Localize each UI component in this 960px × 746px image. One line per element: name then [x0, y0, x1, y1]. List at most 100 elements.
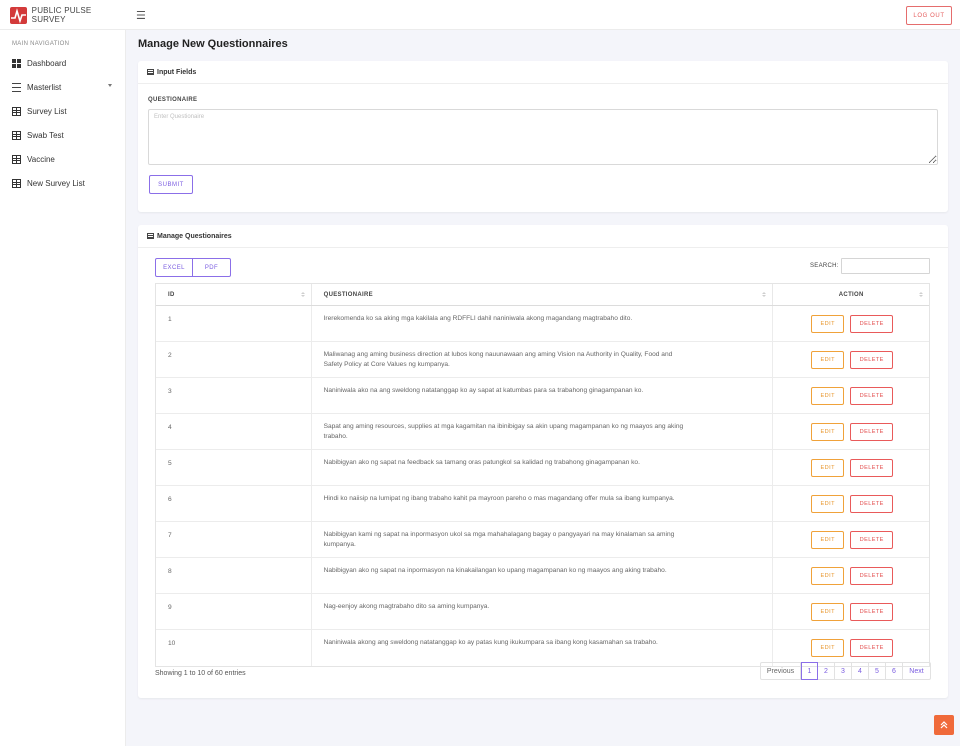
cell-questionaire: Maliwanag ang aming business direction a…: [312, 342, 774, 377]
edit-button[interactable]: EDIT: [811, 314, 845, 333]
sidebar-item-label: Masterlist: [27, 82, 62, 92]
export-buttons: EXCEL PDF: [155, 258, 231, 277]
pdf-button[interactable]: PDF: [193, 259, 230, 276]
delete-button[interactable]: DELETE: [850, 314, 894, 333]
card-header: Manage Questionaires: [138, 225, 948, 248]
card-header: Input Fields: [138, 61, 948, 84]
column-header-questionaire[interactable]: QUESTIONAIRE: [312, 284, 774, 305]
delete-button[interactable]: DELETE: [850, 566, 894, 585]
delete-button[interactable]: DELETE: [850, 350, 894, 369]
sort-icon: [919, 292, 923, 298]
menu-toggle-icon[interactable]: ☰: [136, 9, 146, 22]
cell-action: EDIT DELETE: [773, 342, 929, 377]
column-header-action[interactable]: ACTION: [773, 284, 929, 305]
cell-questionaire: Irerekomenda ko sa aking mga kakilala an…: [312, 306, 774, 341]
cell-action: EDIT DELETE: [773, 594, 929, 629]
sidebar-item-swab-test[interactable]: Swab Test: [0, 124, 126, 146]
cell-id: 10: [156, 630, 312, 666]
sidebar: MAIN NAVIGATION Dashboard Masterlist Sur…: [0, 30, 126, 746]
table-row: 6 Hindi ko naiisip na lumipat ng ibang tr…: [156, 486, 929, 522]
delete-button[interactable]: DELETE: [850, 494, 894, 513]
edit-button[interactable]: EDIT: [811, 494, 845, 513]
delete-button[interactable]: DELETE: [850, 458, 894, 477]
delete-button[interactable]: DELETE: [850, 639, 894, 657]
table-row: 1 Irerekomenda ko sa aking mga kakilala a…: [156, 306, 929, 342]
table-row: 9 Nag-eenjoy akong magtrabaho dito sa ami…: [156, 594, 929, 630]
cell-action: EDIT DELETE: [773, 630, 929, 666]
column-label: QUESTIONAIRE: [323, 291, 373, 298]
cell-action: EDIT DELETE: [773, 378, 929, 413]
next-page-button[interactable]: Next: [903, 663, 930, 679]
brand[interactable]: PUBLIC PULSE SURVEY: [0, 0, 126, 30]
sidebar-item-label: Vaccine: [27, 154, 55, 164]
edit-button[interactable]: EDIT: [811, 386, 845, 405]
questionaire-input[interactable]: [148, 109, 938, 165]
sidebar-item-survey-list[interactable]: Survey List: [0, 100, 126, 122]
table-row: 10 Naniniwala akong ang sweldong natatang…: [156, 630, 929, 666]
cell-id: 4: [156, 414, 312, 449]
sidebar-item-label: Swab Test: [27, 130, 64, 140]
cell-action: EDIT DELETE: [773, 414, 929, 449]
card-title: Manage Questionaires: [157, 232, 232, 240]
table-row: 8 Nabibigyan ako ng sapat na inpormasyon …: [156, 558, 929, 594]
cell-questionaire: Sapat ang aming resources, supplies at m…: [312, 414, 774, 449]
page-4-button[interactable]: 4: [852, 663, 869, 679]
column-header-id[interactable]: ID: [156, 284, 312, 305]
page-3-button[interactable]: 3: [835, 663, 852, 679]
sidebar-item-dashboard[interactable]: Dashboard: [0, 52, 126, 74]
submit-button[interactable]: SUBMIT: [149, 175, 193, 194]
edit-button[interactable]: EDIT: [811, 566, 845, 585]
sidebar-item-masterlist[interactable]: Masterlist: [0, 76, 126, 98]
table-info: Showing 1 to 10 of 60 entries: [155, 670, 246, 677]
caret-down-icon: [108, 84, 112, 87]
questionaire-label: QUESTIONAIRE: [148, 97, 198, 103]
table-row: 4 Sapat ang aming resources, supplies at …: [156, 414, 929, 450]
edit-button[interactable]: EDIT: [811, 602, 845, 621]
scroll-to-top-button[interactable]: [934, 715, 954, 735]
edit-button[interactable]: EDIT: [811, 422, 845, 441]
edit-button[interactable]: EDIT: [811, 350, 845, 369]
column-label: ACTION: [838, 291, 864, 298]
previous-page-button[interactable]: Previous: [761, 663, 801, 679]
cell-action: EDIT DELETE: [773, 486, 929, 521]
cell-id: 7: [156, 522, 312, 557]
table-header: ID QUESTIONAIRE ACTION: [156, 284, 929, 306]
table-body: 1 Irerekomenda ko sa aking mga kakilala a…: [156, 306, 929, 666]
edit-button[interactable]: EDIT: [811, 639, 845, 657]
column-label: ID: [168, 291, 175, 298]
input-fields-card: Input Fields QUESTIONAIRE SUBMIT: [138, 61, 948, 212]
cell-questionaire: Nabibigyan kami ng sapat na inpormasyon …: [312, 522, 774, 557]
edit-button[interactable]: EDIT: [811, 530, 845, 549]
sidebar-item-label: Survey List: [27, 106, 67, 116]
table-icon: [12, 178, 21, 188]
pagination: Previous 1 2 3 4 5 6 Next: [760, 662, 931, 680]
search-input[interactable]: [841, 258, 930, 274]
delete-button[interactable]: DELETE: [850, 422, 894, 441]
delete-button[interactable]: DELETE: [850, 602, 894, 621]
page-5-button[interactable]: 5: [869, 663, 886, 679]
edit-button[interactable]: EDIT: [811, 458, 845, 477]
sidebar-item-new-survey-list[interactable]: New Survey List: [0, 172, 126, 194]
double-chevron-up-icon: [940, 721, 948, 729]
cell-questionaire: Naniniwala akong ang sweldong natatangga…: [312, 630, 774, 666]
cell-id: 6: [156, 486, 312, 521]
sidebar-item-label: New Survey List: [27, 178, 85, 188]
page-6-button[interactable]: 6: [886, 663, 903, 679]
sort-icon: [300, 292, 305, 298]
table-icon: [12, 154, 21, 164]
table-row: 5 Nabibigyan ako ng sapat na feedback sa …: [156, 450, 929, 486]
nav-heading: MAIN NAVIGATION: [12, 41, 70, 47]
cell-id: 3: [156, 378, 312, 413]
delete-button[interactable]: DELETE: [850, 530, 894, 549]
list-icon: [12, 82, 21, 92]
logout-button[interactable]: LOG OUT: [906, 6, 952, 25]
sidebar-item-vaccine[interactable]: Vaccine: [0, 148, 126, 170]
excel-button[interactable]: EXCEL: [156, 259, 193, 276]
page-2-button[interactable]: 2: [818, 663, 835, 679]
table-icon: [147, 69, 154, 75]
page-1-button[interactable]: 1: [801, 662, 818, 680]
cell-action: EDIT DELETE: [773, 306, 929, 341]
page-title: Manage New Questionnaires: [138, 38, 288, 50]
table-icon: [147, 233, 154, 239]
delete-button[interactable]: DELETE: [850, 386, 894, 405]
